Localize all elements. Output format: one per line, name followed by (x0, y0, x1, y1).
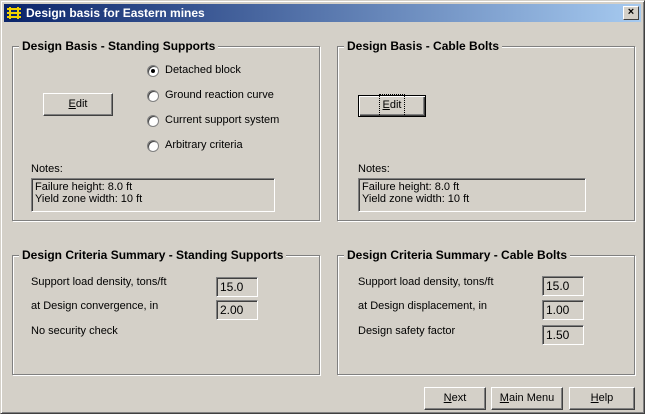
dialog-window: Design basis for Eastern mines × Design … (0, 0, 645, 414)
title-bar[interactable]: Design basis for Eastern mines × (4, 4, 641, 22)
close-icon: × (627, 6, 635, 18)
security-check-text: No security check (31, 325, 118, 337)
group-title: Design Criteria Summary - Standing Suppo… (19, 248, 287, 262)
radio-icon (147, 140, 159, 152)
group-title: Design Criteria Summary - Cable Bolts (344, 248, 571, 262)
group-summary-standing: Design Criteria Summary - Standing Suppo… (12, 248, 320, 375)
radio-icon (147, 115, 159, 127)
group-summary-cable: Design Criteria Summary - Cable Bolts Su… (337, 248, 635, 375)
notes-line: Yield zone width: 10 ft (35, 193, 143, 205)
group-title: Design Basis - Cable Bolts (344, 39, 503, 53)
notes-box: Failure height: 8.0 ft Yield zone width:… (358, 178, 586, 212)
load-density-field[interactable]: 15.0 (542, 276, 584, 296)
convergence-field[interactable]: 2.00 (216, 300, 258, 320)
main-menu-button[interactable]: Main Menu (491, 387, 563, 410)
notes-line: Yield zone width: 10 ft (362, 193, 470, 205)
convergence-label: at Design convergence, in (31, 300, 159, 312)
edit-standing-button[interactable]: Edit (43, 93, 113, 116)
close-button[interactable]: × (623, 6, 639, 20)
group-design-basis-standing: Design Basis - Standing Supports Edit De… (12, 39, 320, 221)
window-title: Design basis for Eastern mines (26, 6, 205, 20)
notes-line: Failure height: 8.0 ft (35, 181, 133, 193)
load-density-label: Support load density, tons/ft (31, 276, 167, 288)
load-density-label: Support load density, tons/ft (358, 276, 494, 288)
group-design-basis-cable: Design Basis - Cable Bolts Edit Notes: F… (337, 39, 635, 221)
help-button[interactable]: Help (569, 387, 635, 410)
edit-cable-button[interactable]: Edit (358, 94, 426, 117)
app-icon (6, 6, 22, 20)
notes-line: Failure height: 8.0 ft (362, 181, 460, 193)
notes-label: Notes: (358, 163, 390, 175)
safety-factor-field[interactable]: 1.50 (542, 325, 584, 345)
notes-label: Notes: (31, 163, 63, 175)
radio-icon (147, 90, 159, 102)
displacement-field[interactable]: 1.00 (542, 300, 584, 320)
load-density-field[interactable]: 15.0 (216, 277, 258, 297)
notes-box: Failure height: 8.0 ft Yield zone width:… (31, 178, 275, 212)
displacement-label: at Design displacement, in (358, 300, 488, 312)
radio-selected-icon (147, 65, 159, 77)
group-title: Design Basis - Standing Supports (19, 39, 219, 53)
safety-factor-label: Design safety factor (358, 325, 456, 337)
next-button[interactable]: Next (424, 387, 486, 410)
